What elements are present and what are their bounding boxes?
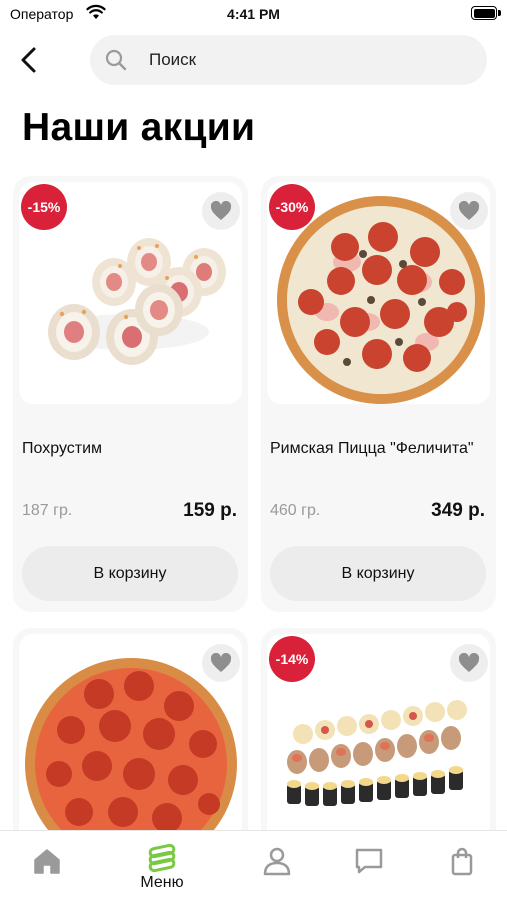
discount-badge: -30% (269, 184, 315, 230)
favorite-button[interactable] (202, 644, 240, 682)
favorite-button[interactable] (202, 192, 240, 230)
discount-badge: -15% (21, 184, 67, 230)
favorite-button[interactable] (450, 192, 488, 230)
search-placeholder: Поиск (149, 50, 197, 69)
discount-badge: -14% (269, 636, 315, 682)
tab-cart[interactable] (412, 831, 507, 900)
tab-chat[interactable] (319, 831, 419, 900)
search-icon (105, 49, 127, 71)
battery-icon (471, 6, 497, 20)
page-title: Наши акции (22, 106, 256, 149)
favorite-button[interactable] (450, 644, 488, 682)
status-bar: Оператор 4:41 PM (0, 0, 507, 28)
heart-icon (210, 653, 232, 672)
heart-icon (458, 201, 480, 220)
tab-menu[interactable]: Меню (112, 831, 212, 900)
search-input[interactable]: Поиск (90, 35, 487, 85)
menu-icon (148, 843, 176, 873)
battery-tip (498, 10, 501, 16)
tab-profile[interactable] (227, 831, 327, 900)
product-weight: 460 гр. (270, 502, 321, 519)
profile-icon (263, 847, 291, 876)
product-name: Римская Пицца "Феличита" (270, 440, 474, 457)
tab-bar: Меню (0, 830, 507, 900)
add-to-cart-button[interactable]: В корзину (22, 546, 238, 601)
heart-icon (458, 653, 480, 672)
product-price: 159 р. (183, 500, 237, 521)
home-icon (34, 849, 60, 874)
bag-icon (451, 847, 473, 876)
tab-menu-label: Меню (140, 874, 184, 891)
tab-home[interactable] (0, 831, 97, 900)
product-card[interactable]: -15% Похрустим 187 гр. 159 р. В корзину (13, 176, 248, 612)
product-card[interactable]: -14% (261, 628, 496, 858)
product-card[interactable]: -30% Римская Пицца "Феличита" 460 гр. 34… (261, 176, 496, 612)
product-card[interactable] (13, 628, 248, 858)
heart-icon (210, 201, 232, 220)
product-name: Похрустим (22, 440, 103, 457)
back-arrow-icon[interactable] (14, 44, 44, 76)
clock: 4:41 PM (227, 6, 280, 22)
chat-icon (355, 848, 383, 874)
add-to-cart-button[interactable]: В корзину (270, 546, 486, 601)
product-weight: 187 гр. (22, 502, 73, 519)
product-price: 349 р. (431, 500, 485, 521)
